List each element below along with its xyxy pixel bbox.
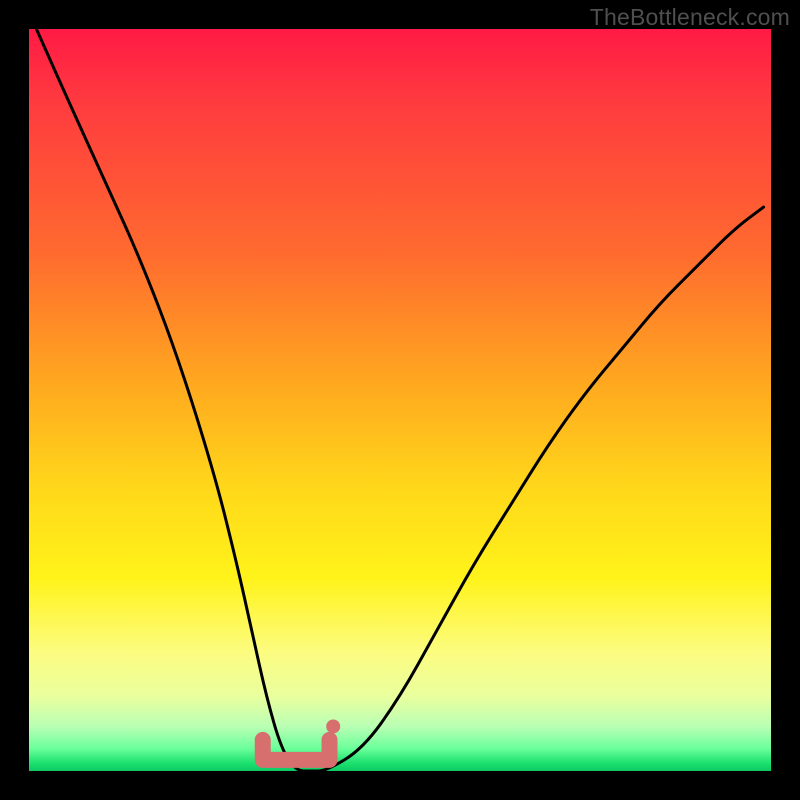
annotation-dot bbox=[326, 719, 340, 733]
min-band bbox=[263, 740, 330, 760]
bottleneck-curve bbox=[36, 29, 763, 771]
watermark-text: TheBottleneck.com bbox=[590, 4, 790, 31]
chart-svg bbox=[29, 29, 771, 771]
plot-area bbox=[29, 29, 771, 771]
chart-frame: TheBottleneck.com bbox=[0, 0, 800, 800]
